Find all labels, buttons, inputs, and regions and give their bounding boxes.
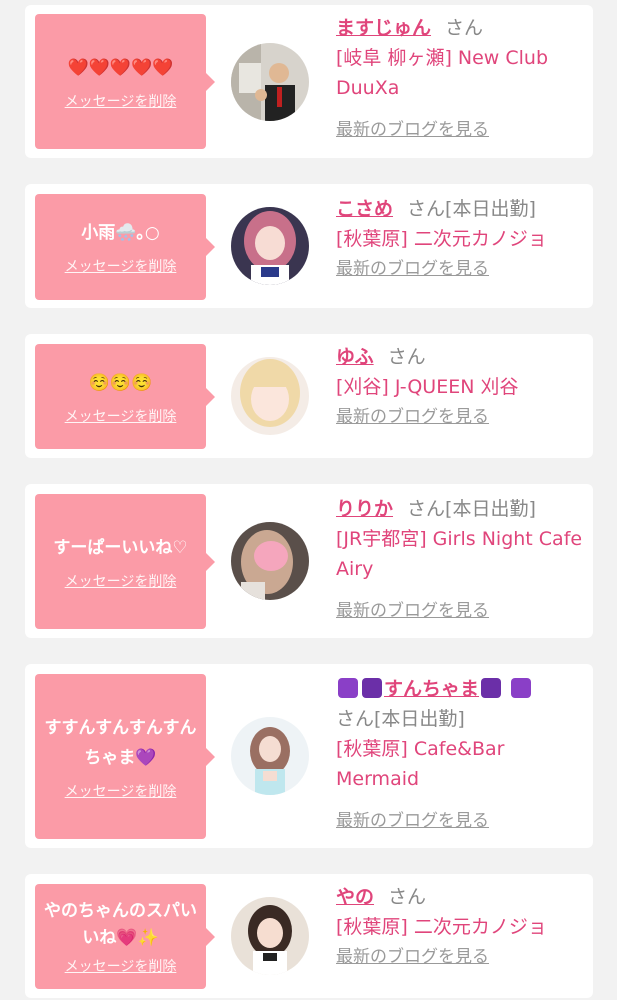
status-badge: [本日出勤] (445, 498, 536, 520)
shop-name: [秋葉原] 二次元カノジョ (336, 916, 547, 938)
delete-message-link[interactable]: メッセージを削除 (65, 956, 177, 976)
shop-name: [刈谷] J-QUEEN 刈谷 (336, 376, 519, 398)
message-card: すすんすんすんすんちゃま💜 メッセージを削除 すんちゃま さん[本日出勤] [秋… (25, 664, 593, 848)
name-line: ゆふ さん (336, 342, 586, 372)
avatar[interactable] (231, 522, 309, 600)
profile-info: ますじゅん さん [岐阜 柳ヶ瀬] New Club DuuXa 最新のブログを見… (336, 13, 586, 145)
delete-message-link[interactable]: メッセージを削除 (65, 781, 177, 801)
honorific: さん (445, 17, 484, 39)
message-card: ☺️☺️☺️ メッセージを削除 ゆふ さん [刈谷] J-QUEEN 刈谷 最新の… (25, 334, 593, 458)
profile-name-link[interactable]: ゆふ (336, 346, 374, 368)
message-text: すーぱーいいね♡ (53, 537, 188, 558)
name-line: りりか さん[本日出勤] (336, 494, 586, 524)
message-text: やのちゃんのスパいいね💗✨ (44, 900, 197, 948)
profile-name-link[interactable]: りりか (336, 498, 393, 520)
message-card: ❤️❤️❤️❤️❤️ メッセージを削除 ますじゅん さん [岐阜 柳ヶ瀬] New… (25, 5, 593, 158)
delete-message-link[interactable]: メッセージを削除 (65, 91, 177, 111)
shop-name: [JR宇都宮] Girls Night Cafe Airy (336, 528, 583, 580)
name-line: すんちゃま (336, 674, 586, 704)
avatar[interactable] (231, 357, 309, 435)
message-text: ❤️❤️❤️❤️❤️ (67, 57, 174, 78)
shop-name: [秋葉原] 二次元カノジョ (336, 228, 547, 250)
message-bubble: ☺️☺️☺️ メッセージを削除 (35, 344, 215, 449)
message-bubble: やのちゃんのスパいいね💗✨ メッセージを削除 (35, 884, 215, 989)
avatar[interactable] (231, 43, 309, 121)
view-blog-link[interactable]: 最新のブログを見る (336, 596, 586, 626)
message-card: すーぱーいいね♡ メッセージを削除 りりか さん[本日出勤] [JR宇都宮] Gi… (25, 484, 593, 638)
view-blog-link[interactable]: 最新のブログを見る (336, 254, 586, 284)
status-line: さん[本日出勤] (336, 704, 586, 734)
honorific: さん (387, 346, 426, 368)
honorific: さん (407, 198, 446, 220)
shop-name: [岐阜 柳ヶ瀬] New Club DuuXa (336, 47, 549, 99)
name-line: こさめ さん[本日出勤] (336, 194, 586, 224)
profile-info: やの さん [秋葉原] 二次元カノジョ 最新のブログを見る (336, 882, 586, 972)
status-badge: [本日出勤] (374, 708, 465, 730)
orthodox-cross-emoji-icon (511, 678, 532, 698)
message-bubble: 小雨🌨️｡○ メッセージを削除 (35, 194, 215, 300)
message-card: やのちゃんのスパいいね💗✨ メッセージを削除 やの さん [秋葉原] 二次元カノジ… (25, 874, 593, 998)
profile-info: すんちゃま さん[本日出勤] [秋葉原] Cafe&Bar Mermaid 最新… (336, 674, 586, 836)
profile-name-link[interactable]: ますじゅん (336, 17, 431, 39)
delete-message-link[interactable]: メッセージを削除 (65, 571, 177, 591)
delete-message-link[interactable]: メッセージを削除 (65, 406, 177, 426)
view-blog-link[interactable]: 最新のブログを見る (336, 115, 586, 145)
honorific: さん (407, 498, 446, 520)
name-line: ますじゅん さん (336, 13, 586, 43)
avatar[interactable] (231, 207, 309, 285)
delete-message-link[interactable]: メッセージを削除 (65, 256, 177, 276)
avatar[interactable] (231, 717, 309, 795)
view-blog-link[interactable]: 最新のブログを見る (336, 806, 586, 836)
name-line: やの さん (336, 882, 586, 912)
profile-name-link[interactable]: すんちゃま (384, 678, 479, 700)
view-blog-link[interactable]: 最新のブログを見る (336, 402, 586, 432)
profile-info: りりか さん[本日出勤] [JR宇都宮] Girls Night Cafe Air… (336, 494, 586, 626)
space-invader-emoji-icon (481, 678, 502, 698)
message-text: 小雨🌨️｡○ (81, 223, 160, 243)
space-invader-emoji-icon (362, 678, 382, 698)
message-bubble: すすんすんすんすんちゃま💜 メッセージを削除 (35, 674, 215, 839)
profile-info: こさめ さん[本日出勤] [秋葉原] 二次元カノジョ 最新のブログを見る (336, 194, 586, 284)
shop-name: [秋葉原] Cafe&Bar Mermaid (336, 738, 505, 790)
profile-name-link[interactable]: こさめ (336, 198, 393, 220)
honorific: さん (336, 708, 375, 730)
view-blog-link[interactable]: 最新のブログを見る (336, 942, 586, 972)
orthodox-cross-emoji-icon (338, 678, 358, 698)
message-card: 小雨🌨️｡○ メッセージを削除 こさめ さん[本日出勤] [秋葉原] 二次元カノジ… (25, 184, 593, 308)
profile-info: ゆふ さん [刈谷] J-QUEEN 刈谷 最新のブログを見る (336, 342, 586, 432)
status-badge: [本日出勤] (445, 198, 536, 220)
message-text: ☺️☺️☺️ (88, 372, 153, 393)
profile-name-link[interactable]: やの (336, 886, 374, 908)
message-text: すすんすんすんすんちゃま💜 (44, 717, 197, 768)
message-bubble: ❤️❤️❤️❤️❤️ メッセージを削除 (35, 14, 215, 149)
avatar[interactable] (231, 897, 309, 975)
message-bubble: すーぱーいいね♡ メッセージを削除 (35, 494, 215, 629)
honorific: さん (388, 886, 427, 908)
